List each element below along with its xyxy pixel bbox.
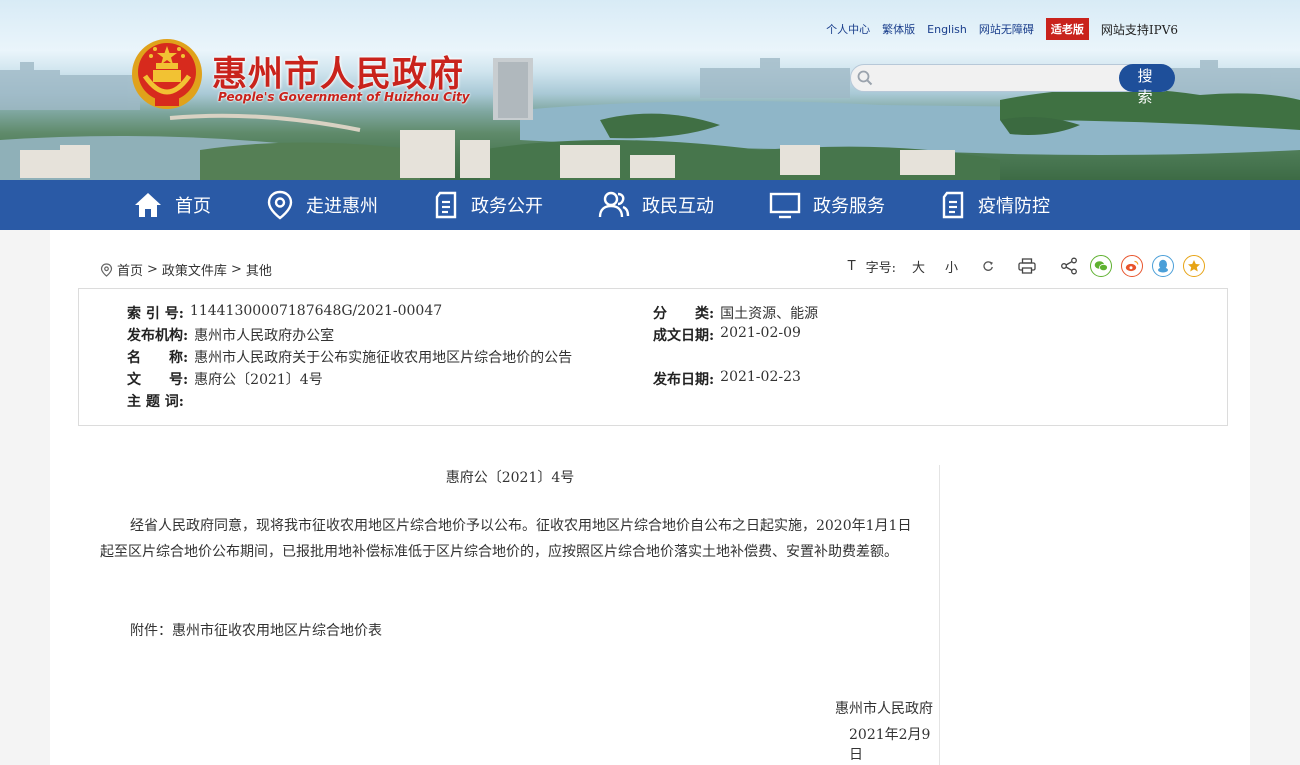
font-large-button[interactable]: 大 <box>912 257 925 276</box>
meta-name-value: 惠州市人民政府关于公布实施征收农用地区片综合地价的公告 <box>194 350 573 366</box>
nav-label-interaction: 政民互动 <box>642 196 714 217</box>
meta-issuer-label: 发布机构: <box>127 328 189 344</box>
meta-index-label: 索 引 号: <box>127 306 184 322</box>
main-content: 首页 > 政策文件库 > 其他 T 字号: 大 小 索 引 号: 1144130… <box>50 230 1250 765</box>
nav-label-about-huizhou: 走进惠州 <box>306 196 378 217</box>
search-box: 搜 索 <box>850 64 1175 106</box>
national-emblem-logo <box>132 39 202 109</box>
wechat-icon[interactable] <box>1090 255 1112 277</box>
article-date: 2021年2月9日 <box>849 727 931 763</box>
meta-issuer-value: 惠州市人民政府办公室 <box>194 328 335 344</box>
nav-label-epidemic: 疫情防控 <box>978 196 1050 217</box>
meta-docno-label: 文 号: <box>127 372 189 388</box>
meta-name-row: 名 称: 惠州市人民政府关于公布实施征收农用地区片综合地价的公告 <box>127 347 572 367</box>
meta-written-date-value: 2021-02-09 <box>720 325 801 341</box>
meta-docno-row: 文 号: 惠府公〔2021〕4号 <box>127 369 323 389</box>
site-subtitle: People's Government of Huizhou City <box>218 90 470 104</box>
nav-item-about-huizhou[interactable]: 走进惠州 <box>266 190 378 220</box>
breadcrumb-separator: > <box>230 262 242 277</box>
meta-publish-date-row: 发布日期: 2021-02-23 <box>653 369 801 389</box>
font-size-icon: T <box>847 258 856 274</box>
meta-name-label: 名 称: <box>127 350 189 366</box>
header-banner: 个人中心 繁体版 English 网站无障碍 适老版 网站支持IPV6 惠州市人… <box>0 0 1300 180</box>
home-icon <box>135 193 161 217</box>
link-accessibility[interactable]: 网站无障碍 <box>979 21 1034 37</box>
link-english[interactable]: English <box>927 23 967 36</box>
monitor-icon <box>769 192 801 219</box>
meta-category-row: 分 类: 国土资源、能源 <box>653 303 818 323</box>
breadcrumb: 首页 > 政策文件库 > 其他 <box>100 260 272 279</box>
breadcrumb-other[interactable]: 其他 <box>246 260 272 279</box>
breadcrumb-separator: > <box>147 262 158 277</box>
breadcrumb-policy-library[interactable]: 政策文件库 <box>162 260 227 279</box>
document-icon <box>942 191 964 219</box>
nav-item-epidemic[interactable]: 疫情防控 <box>940 190 1050 220</box>
font-size-label: 字号: <box>865 260 896 276</box>
article-attachment[interactable]: 附件：惠州市征收农用地区片综合地价表 <box>130 620 382 640</box>
article-signature: 惠州市人民政府 <box>835 701 933 717</box>
location-pin-icon <box>267 190 293 220</box>
favorite-icon[interactable] <box>1183 255 1205 277</box>
meta-index-row: 索 引 号: 11441300007187648G/2021-00047 <box>127 303 442 323</box>
content-divider <box>939 465 940 765</box>
meta-written-date-label: 成文日期: <box>653 328 715 344</box>
link-traditional-chinese[interactable]: 繁体版 <box>882 21 915 37</box>
weibo-icon[interactable] <box>1121 255 1143 277</box>
font-small-button[interactable]: 小 <box>945 257 958 276</box>
meta-publish-date-label: 发布日期: <box>653 372 715 388</box>
link-personal-center[interactable]: 个人中心 <box>826 21 870 37</box>
meta-docno-value: 惠府公〔2021〕4号 <box>194 372 323 388</box>
elder-mode-button[interactable]: 适老版 <box>1045 18 1089 40</box>
meta-subject-row: 主 题 词: <box>127 391 190 411</box>
nav-item-interaction[interactable]: 政民互动 <box>598 191 714 219</box>
nav-item-home[interactable]: 首页 <box>133 191 211 219</box>
meta-publish-date-value: 2021-02-23 <box>720 369 801 385</box>
nav-label-gov-affairs: 政务公开 <box>471 196 543 217</box>
meta-category-label: 分 类: <box>653 306 715 322</box>
search-input[interactable] <box>879 65 1119 91</box>
meta-written-date-row: 成文日期: 2021-02-09 <box>653 325 801 345</box>
meta-index-value: 11441300007187648G/2021-00047 <box>189 303 443 319</box>
reset-icon[interactable] <box>982 260 994 272</box>
main-nav: 首页 走进惠州 政务公开 政民互动 政务服务 疫情防控 <box>0 180 1300 230</box>
nav-item-services[interactable]: 政务服务 <box>769 191 885 219</box>
meta-category-value: 国土资源、能源 <box>720 306 819 322</box>
ipv6-support-label: 网站支持IPV6 <box>1100 22 1178 37</box>
search-icon <box>851 70 879 86</box>
article-doc-number: 惠府公〔2021〕4号 <box>445 470 575 486</box>
top-links: 个人中心 繁体版 English 网站无障碍 适老版 网站支持IPV6 <box>826 18 1178 40</box>
breadcrumb-home[interactable]: 首页 <box>117 260 143 279</box>
people-icon <box>598 191 630 218</box>
qq-icon[interactable] <box>1152 255 1174 277</box>
page-toolbar: T 字号: 大 小 <box>848 255 1205 277</box>
document-icon <box>435 191 457 219</box>
article-paragraph: 经省人民政府同意，现将我市征收农用地区片综合地价予以公布。征收农用地区片综合地价… <box>100 518 912 560</box>
share-icon[interactable] <box>1060 257 1078 275</box>
document-metadata: 索 引 号: 11441300007187648G/2021-00047 分 类… <box>78 288 1228 426</box>
location-pin-icon <box>100 262 113 277</box>
search-button[interactable]: 搜 索 <box>1119 64 1175 106</box>
nav-label-services: 政务服务 <box>813 196 885 217</box>
nav-item-gov-affairs[interactable]: 政务公开 <box>433 190 543 220</box>
print-icon[interactable] <box>1018 258 1036 274</box>
meta-subject-label: 主 题 词: <box>127 394 184 410</box>
meta-issuer-row: 发布机构: 惠州市人民政府办公室 <box>127 325 334 345</box>
nav-label-home: 首页 <box>175 196 211 217</box>
